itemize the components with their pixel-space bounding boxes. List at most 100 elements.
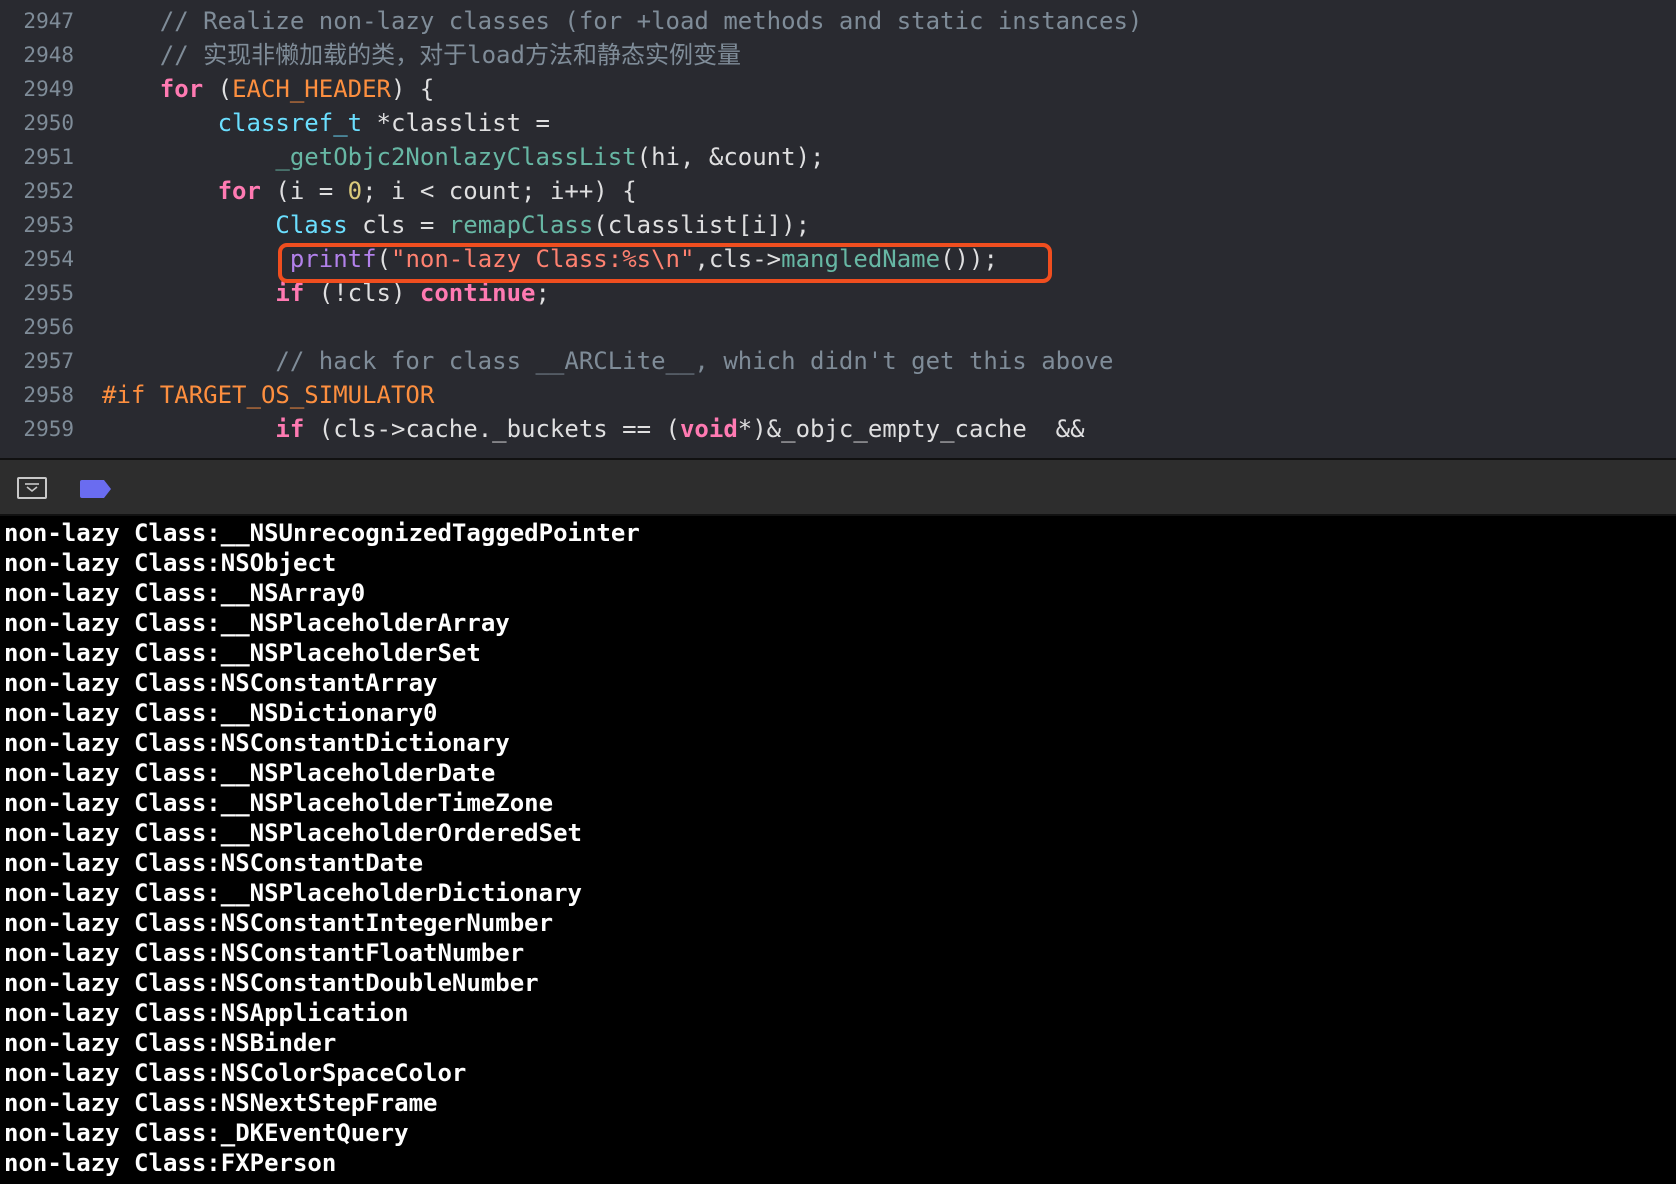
code-line[interactable]: 2957 // hack for class __ARCLite__, whic… bbox=[0, 344, 1676, 378]
code-token: *classlist = bbox=[362, 109, 550, 137]
code-token: continue bbox=[419, 279, 536, 307]
code-line[interactable]: 2950 classref_t *classlist = bbox=[0, 106, 1676, 140]
console-line: non-lazy Class:NSConstantIntegerNumber bbox=[4, 909, 554, 937]
line-number: 2950 bbox=[23, 111, 74, 135]
line-number: 2956 bbox=[23, 315, 74, 339]
code-token: ; i < count; i++) { bbox=[362, 177, 637, 205]
code-text: Class cls = remapClass(classlist[i]); bbox=[102, 208, 810, 242]
code-token: TARGET_OS_SIMULATOR bbox=[159, 381, 435, 409]
code-text: // 实现非懒加载的类，对于load方法和静态实例变量 bbox=[102, 38, 741, 72]
console-line: non-lazy Class:NSColorSpaceColor bbox=[4, 1059, 467, 1087]
code-line[interactable]: 2958 #if TARGET_OS_SIMULATOR bbox=[0, 378, 1676, 412]
code-text: classref_t *classlist = bbox=[102, 106, 550, 140]
code-token: 0 bbox=[347, 177, 363, 205]
console-line: non-lazy Class:NSApplication bbox=[4, 999, 409, 1027]
console-line: non-lazy Class:__NSDictionary0 bbox=[4, 699, 438, 727]
line-number: 2951 bbox=[23, 145, 74, 169]
code-token: ( bbox=[203, 75, 233, 103]
code-token: Class bbox=[275, 211, 348, 239]
code-token: if bbox=[275, 279, 305, 307]
console-line: non-lazy Class:__NSPlaceholderDate bbox=[4, 759, 496, 787]
line-number: 2959 bbox=[23, 417, 74, 441]
console-line: non-lazy Class:NSConstantArray bbox=[4, 669, 438, 697]
code-text: // hack for class __ARCLite__, which did… bbox=[102, 344, 1113, 378]
code-token: (!cls) bbox=[304, 279, 420, 307]
code-token: for bbox=[217, 177, 261, 205]
code-editor[interactable]: 2947 // Realize non-lazy classes (for +l… bbox=[0, 0, 1676, 458]
line-number: 2948 bbox=[23, 43, 74, 67]
code-token: // 实现非懒加载的类，对于load方法和静态实例变量 bbox=[102, 41, 741, 69]
console-line: non-lazy Class:FXPerson bbox=[4, 1149, 337, 1177]
breakpoint-tag-icon[interactable] bbox=[80, 480, 112, 498]
debug-bar bbox=[0, 458, 1676, 516]
console-line: non-lazy Class:_DKEventQuery bbox=[4, 1119, 409, 1147]
console-line: non-lazy Class:__NSPlaceholderTimeZone bbox=[4, 789, 554, 817]
console-line: non-lazy Class:__NSPlaceholderOrderedSet bbox=[4, 819, 582, 847]
console-line: non-lazy Class:__NSPlaceholderSet bbox=[4, 639, 481, 667]
line-number: 2957 bbox=[23, 349, 74, 373]
code-line[interactable]: 2948 // 实现非懒加载的类，对于load方法和静态实例变量 bbox=[0, 38, 1676, 72]
code-token: (classlist[i]); bbox=[593, 211, 811, 239]
line-number: 2958 bbox=[23, 383, 74, 407]
code-line[interactable]: 2952 for (i = 0; i < count; i++) { bbox=[0, 174, 1676, 208]
code-text: #if TARGET_OS_SIMULATOR bbox=[102, 378, 434, 412]
code-text: // Realize non-lazy classes (for +load m… bbox=[102, 4, 1143, 38]
console-line: non-lazy Class:__NSUnrecognizedTaggedPoi… bbox=[4, 519, 640, 547]
code-line[interactable]: 2947 // Realize non-lazy classes (for +l… bbox=[0, 4, 1676, 38]
code-token: for bbox=[159, 75, 204, 103]
code-line[interactable]: 2949 for (EACH_HEADER) { bbox=[0, 72, 1676, 106]
code-line[interactable]: 2953 Class cls = remapClass(classlist[i]… bbox=[0, 208, 1676, 242]
code-token: classref_t bbox=[217, 109, 363, 137]
code-token: (hi, &count); bbox=[636, 143, 825, 171]
highlight-annotation-box bbox=[278, 243, 1052, 283]
console-line: non-lazy Class:__NSPlaceholderArray bbox=[4, 609, 510, 637]
code-token: #if bbox=[102, 381, 160, 409]
line-number: 2947 bbox=[23, 9, 74, 33]
console-line: non-lazy Class:NSConstantFloatNumber bbox=[4, 939, 525, 967]
console-line: non-lazy Class:NSBinder bbox=[4, 1029, 337, 1057]
console-line: non-lazy Class:NSObject bbox=[4, 549, 337, 577]
code-line[interactable]: 2959 if (cls->cache._buckets == (void*)&… bbox=[0, 412, 1676, 446]
code-token: cls = bbox=[347, 211, 449, 239]
code-text: for (EACH_HEADER) { bbox=[102, 72, 435, 106]
code-token: if bbox=[275, 415, 305, 443]
line-number: 2952 bbox=[23, 179, 74, 203]
console-line: non-lazy Class:NSConstantDate bbox=[4, 849, 424, 877]
chevron-down-icon bbox=[25, 483, 39, 493]
line-number: 2954 bbox=[23, 247, 74, 271]
code-token: EACH_HEADER bbox=[232, 75, 392, 103]
console-line: non-lazy Class:__NSArray0 bbox=[4, 579, 366, 607]
code-text: _getObjc2NonlazyClassList(hi, &count); bbox=[102, 140, 824, 174]
console-line: non-lazy Class:NSNextStepFrame bbox=[4, 1089, 438, 1117]
code-token: // hack for class __ARCLite__, which did… bbox=[102, 347, 1114, 375]
line-number: 2953 bbox=[23, 213, 74, 237]
line-number: 2949 bbox=[23, 77, 74, 101]
code-line[interactable]: 2956 bbox=[0, 310, 1676, 344]
code-token: ) { bbox=[391, 75, 435, 103]
code-token: (cls->cache._buckets == ( bbox=[304, 415, 680, 443]
code-token: void bbox=[679, 415, 738, 443]
code-token: ; bbox=[535, 279, 550, 307]
code-line[interactable]: 2951 _getObjc2NonlazyClassList(hi, &coun… bbox=[0, 140, 1676, 174]
code-token: (i = bbox=[260, 177, 348, 205]
code-text: for (i = 0; i < count; i++) { bbox=[102, 174, 637, 208]
debug-console-output[interactable]: non-lazy Class:__NSUnrecognizedTaggedPoi… bbox=[0, 516, 1676, 1184]
console-line: non-lazy Class:NSConstantDictionary bbox=[4, 729, 510, 757]
code-token: remapClass bbox=[448, 211, 594, 239]
console-line: non-lazy Class:NSConstantDoubleNumber bbox=[4, 969, 539, 997]
code-token: *)&_objc_empty_cache && bbox=[737, 415, 1085, 443]
code-text: if (cls->cache._buckets == (void*)&_objc… bbox=[102, 412, 1085, 446]
code-token: // Realize non-lazy classes (for +load m… bbox=[102, 7, 1143, 35]
code-token: _getObjc2NonlazyClassList bbox=[275, 143, 637, 171]
line-number: 2955 bbox=[23, 281, 74, 305]
console-line: non-lazy Class:__NSPlaceholderDictionary bbox=[4, 879, 582, 907]
chevron-down-box-icon[interactable] bbox=[17, 477, 47, 499]
